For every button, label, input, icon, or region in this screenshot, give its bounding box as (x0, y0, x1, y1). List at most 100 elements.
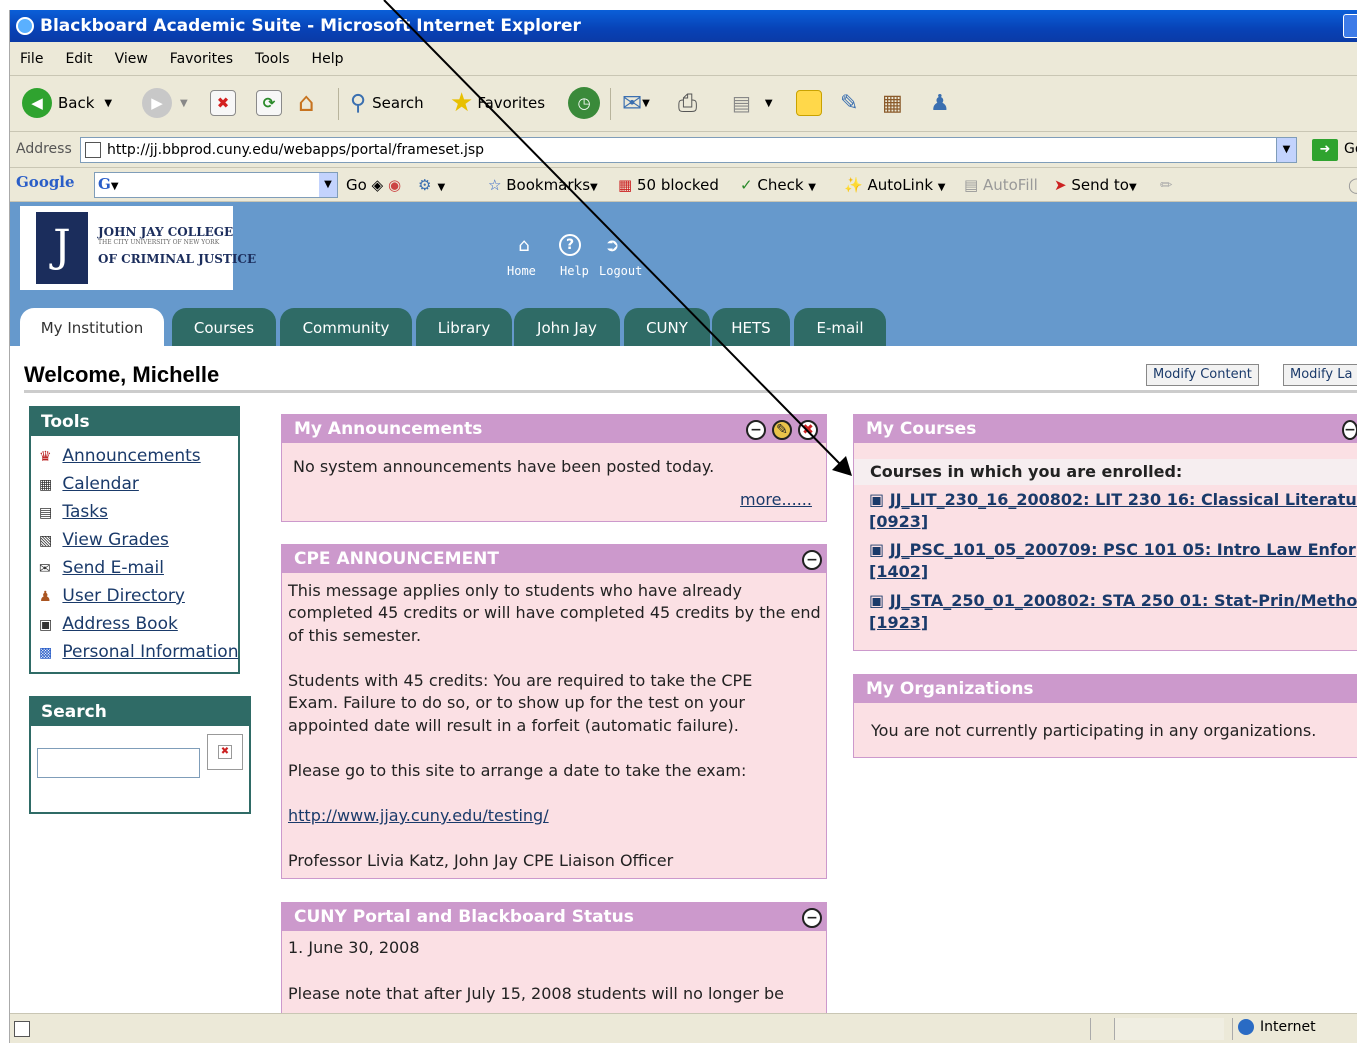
bookmarks-button[interactable]: ☆ Bookmarks▼ (488, 174, 598, 199)
edit-pencil-icon[interactable]: ✎ (772, 420, 792, 440)
address-book-link[interactable]: Address Book (62, 614, 177, 634)
course-code-link[interactable]: [0923] (869, 512, 928, 531)
address-dropdown-icon[interactable]: ▼ (1276, 138, 1296, 162)
logout-nav-link[interactable]: Logout (599, 264, 642, 278)
notes-icon[interactable] (796, 90, 822, 116)
menu-edit[interactable]: Edit (65, 42, 92, 76)
menu-file[interactable]: File (20, 42, 43, 76)
send-to-button[interactable]: ➤ Send to▼ (1054, 174, 1137, 199)
menu-bar: File Edit View Favorites Tools Help (10, 42, 1357, 76)
google-search-dropdown-icon[interactable]: ▼ (319, 173, 337, 197)
menu-help[interactable]: Help (312, 42, 344, 76)
tab-community[interactable]: Community (280, 308, 412, 346)
logout-nav-icon[interactable]: ➲ (600, 234, 624, 258)
course-link[interactable]: JJ_STA_250_01_200802: STA 250 01: Stat-P… (890, 591, 1357, 610)
course-item[interactable]: ▣ JJ_LIT_230_16_200802: LIT 230 16: Clas… (869, 489, 1357, 511)
calendar-link[interactable]: Calendar (62, 474, 138, 494)
cpe-testing-link[interactable]: http://www.jjay.cuny.edu/testing/ (288, 805, 549, 828)
menu-tools[interactable]: Tools (255, 42, 290, 76)
pagerank-icon[interactable]: ◉ (388, 174, 401, 196)
personal-information-link[interactable]: Personal Information (62, 642, 238, 662)
menu-favorites[interactable]: Favorites (170, 42, 233, 76)
tab-cuny[interactable]: CUNY (624, 308, 710, 346)
highlighter-icon[interactable]: ✏ (1160, 174, 1173, 196)
contacts-icon[interactable]: ♟ (930, 86, 950, 120)
modify-layout-button[interactable]: Modify La (1283, 364, 1357, 386)
search-button[interactable]: ⚲ Search (350, 86, 424, 120)
favorites-button[interactable]: ★ Favorites (450, 86, 545, 120)
go-arrow-icon[interactable]: ➜ (1312, 139, 1338, 161)
home-icon[interactable]: ⌂ (298, 86, 315, 120)
home-nav-icon[interactable]: ⌂ (512, 234, 536, 258)
tool-announcements[interactable]: ♛ Announcements (39, 446, 201, 466)
help-nav-link[interactable]: Help (560, 264, 589, 278)
course-code[interactable]: [0923] (869, 511, 928, 533)
modify-content-button[interactable]: Modify Content (1146, 364, 1259, 386)
tab-library[interactable]: Library (416, 308, 512, 346)
course-code[interactable]: [1402] (869, 561, 928, 583)
research-icon[interactable]: ▦ (882, 86, 903, 120)
forward-dropdown-icon[interactable]: ▼ (180, 98, 188, 109)
back-button[interactable]: ◀ Back ▼ (22, 86, 112, 120)
tool-calendar[interactable]: ▦ Calendar (39, 474, 139, 494)
search-field[interactable] (37, 748, 200, 778)
autolink-button[interactable]: ✨ AutoLink ▼ (844, 174, 946, 199)
view-grades-link[interactable]: View Grades (62, 530, 168, 550)
send-email-link[interactable]: Send E-mail (62, 558, 164, 578)
google-go-button[interactable]: Go ◈ (346, 174, 383, 196)
tab-john-jay[interactable]: John Jay (514, 308, 620, 346)
announcements-more-link[interactable]: more...... (740, 489, 812, 512)
history-icon[interactable]: ◷ (568, 87, 600, 119)
tab-my-institution[interactable]: My Institution (20, 308, 164, 346)
tasks-link[interactable]: Tasks (62, 502, 108, 522)
google-options-icon[interactable]: ⚙ ▼ (418, 174, 445, 199)
cpe-announcement-module: CPE ANNOUNCEMENT − This message applies … (281, 544, 827, 879)
tab-email[interactable]: E-mail (794, 308, 886, 346)
course-book-icon: ▣ (869, 540, 885, 559)
help-nav-icon[interactable]: ? (559, 234, 581, 256)
messenger-icon[interactable]: ✎ (840, 86, 858, 120)
tool-personal-information[interactable]: ▩ Personal Information (39, 642, 238, 662)
menu-view[interactable]: View (115, 42, 148, 76)
popup-blocker-button[interactable]: ▦ 50 blocked (618, 174, 719, 196)
autofill-button[interactable]: ▤ AutoFill (964, 174, 1038, 196)
course-item[interactable]: ▣ JJ_STA_250_01_200802: STA 250 01: Stat… (869, 590, 1357, 612)
tool-address-book[interactable]: ▣ Address Book (39, 614, 178, 634)
google-search-input[interactable]: G▼ ▼ (94, 172, 338, 198)
course-link[interactable]: JJ_LIT_230_16_200802: LIT 230 16: Classi… (890, 490, 1357, 509)
course-link[interactable]: JJ_PSC_101_05_200709: PSC 101 05: Intro … (890, 540, 1356, 559)
minimize-icon[interactable]: − (746, 420, 766, 440)
close-icon[interactable]: ✖ (798, 420, 818, 440)
edit-icon[interactable]: ▤ ▼ (732, 86, 773, 120)
minimize-icon[interactable]: − (802, 908, 822, 928)
back-dropdown-icon[interactable]: ▼ (104, 98, 112, 109)
go-label[interactable]: Go (1344, 141, 1357, 157)
announcements-link[interactable]: Announcements (62, 446, 200, 466)
search-submit-button[interactable]: ✖ (207, 734, 243, 770)
course-item[interactable]: ▣ JJ_PSC_101_05_200709: PSC 101 05: Intr… (869, 539, 1356, 561)
refresh-icon[interactable]: ⟳ (256, 90, 282, 116)
window-control-button[interactable] (1343, 14, 1357, 38)
mail-icon[interactable]: ✉ ▼ (622, 86, 650, 120)
college-logo[interactable]: J JOHN JAY COLLEGE THE CITY UNIVERSITY O… (20, 206, 256, 290)
module-options-icon[interactable]: − (1342, 420, 1357, 440)
forward-button[interactable]: ▶ ▼ (142, 86, 188, 120)
address-input[interactable]: http://jj.bbprod.cuny.edu/webapps/portal… (80, 137, 1297, 163)
print-icon[interactable]: ⎙ (678, 86, 697, 120)
tool-view-grades[interactable]: ▧ View Grades (39, 530, 169, 550)
spell-check-button[interactable]: ✓ Check ▼ (740, 174, 816, 199)
home-nav-link[interactable]: Home (507, 264, 536, 278)
tab-courses[interactable]: Courses (172, 308, 276, 346)
user-directory-link[interactable]: User Directory (62, 586, 185, 606)
tool-tasks[interactable]: ▤ Tasks (39, 502, 108, 522)
course-code-link[interactable]: [1402] (869, 562, 928, 581)
course-book-icon: ▣ (869, 490, 885, 509)
tab-hets[interactable]: HETS (712, 308, 790, 346)
tool-send-email[interactable]: ✉ Send E-mail (39, 558, 164, 578)
tool-user-directory[interactable]: ♟ User Directory (39, 586, 185, 606)
stop-icon[interactable]: ✖ (210, 90, 236, 116)
course-code[interactable]: [1923] (869, 612, 928, 634)
course-code-link[interactable]: [1923] (869, 613, 928, 632)
minimize-icon[interactable]: − (802, 550, 822, 570)
settings-gear-icon[interactable]: ◯ (1348, 174, 1357, 196)
